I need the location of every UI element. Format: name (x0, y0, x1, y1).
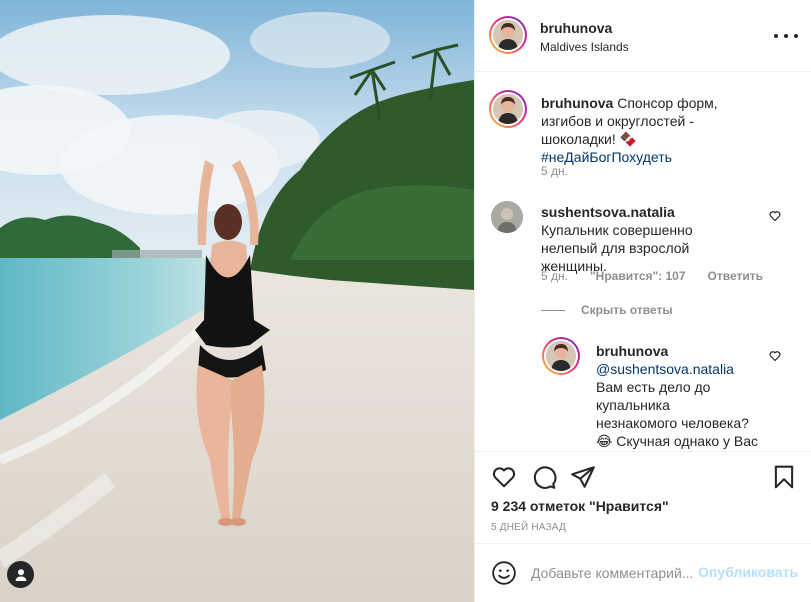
caption: bruhunova Спонсор форм, изгибов и округл… (541, 94, 741, 166)
user-tag-icon (15, 568, 26, 581)
post-side-panel: bruhunova Maldives Islands bruhunova Спо… (474, 0, 811, 602)
comment-like-heart-icon[interactable] (769, 210, 781, 222)
caption-username[interactable]: bruhunova (541, 95, 613, 111)
author-avatar[interactable] (489, 16, 527, 54)
more-icon (774, 34, 798, 38)
more-options-button[interactable] (774, 26, 798, 46)
post-actions: 9 234 отметок "Нравится" 5 дней назад (475, 451, 811, 543)
comment-input[interactable] (531, 561, 697, 585)
caption-hashtag[interactable]: #неДайБогПохудеть (541, 149, 672, 165)
comment-reply-button[interactable]: Ответить (708, 269, 763, 283)
comment-username[interactable]: sushentsova.natalia (541, 204, 675, 220)
author-username[interactable]: bruhunova (540, 20, 612, 36)
comment-meta: 5 дн. "Нравится": 107 Ответить (541, 269, 773, 283)
reply-username[interactable]: bruhunova (596, 342, 766, 360)
heart-icon[interactable] (491, 464, 517, 490)
comment-text: Купальник совершенно нелепый для взросло… (541, 222, 693, 274)
comment-icon[interactable] (531, 464, 557, 490)
post-photo[interactable] (0, 0, 474, 602)
comment-time: 5 дн. (541, 269, 568, 283)
hide-replies-button[interactable]: Скрыть ответы (541, 303, 673, 317)
posted-time: 5 дней назад (491, 522, 566, 533)
avatar-photo (493, 20, 523, 50)
avatar-photo (546, 341, 576, 371)
reply-text-line-4: 😂 Скучная однако у Вас (596, 433, 759, 449)
tagged-users-button[interactable] (7, 561, 34, 588)
post-location[interactable]: Maldives Islands (540, 40, 629, 54)
add-comment-bar: Опубликовать (475, 543, 811, 602)
commenter-avatar[interactable] (491, 201, 523, 233)
beach-photo-image (0, 0, 474, 602)
reply-avatar[interactable] (542, 337, 580, 375)
share-icon[interactable] (570, 464, 596, 490)
post-header: bruhunova Maldives Islands (475, 0, 811, 72)
publish-button[interactable]: Опубликовать (698, 564, 798, 580)
reply-text-line-2: купальника (596, 397, 670, 413)
caption-avatar[interactable] (489, 90, 527, 128)
likes-count[interactable]: 9 234 отметок "Нравится" (491, 498, 669, 514)
reply-text-line-3: незнакомого человека? (596, 415, 749, 431)
avatar-photo (491, 201, 523, 233)
comments-list[interactable]: bruhunova Спонсор форм, изгибов и округл… (475, 73, 811, 451)
divider-line (541, 309, 565, 311)
avatar-photo (493, 94, 523, 124)
reply-text-line-1: Вам есть дело до (596, 379, 711, 395)
reply: bruhunova @sushentsova.natalia Вам есть … (596, 342, 766, 450)
hide-replies-label: Скрыть ответы (581, 303, 673, 317)
reply-like-heart-icon[interactable] (769, 350, 781, 362)
emoji-icon[interactable] (491, 560, 517, 586)
comment-likes[interactable]: "Нравится": 107 (590, 269, 686, 283)
bookmark-icon[interactable] (771, 464, 797, 490)
caption-time: 5 дн. (541, 164, 568, 178)
comment: sushentsova.natalia Купальник совершенно… (541, 203, 741, 275)
reply-mention[interactable]: @sushentsova.natalia (596, 360, 766, 378)
